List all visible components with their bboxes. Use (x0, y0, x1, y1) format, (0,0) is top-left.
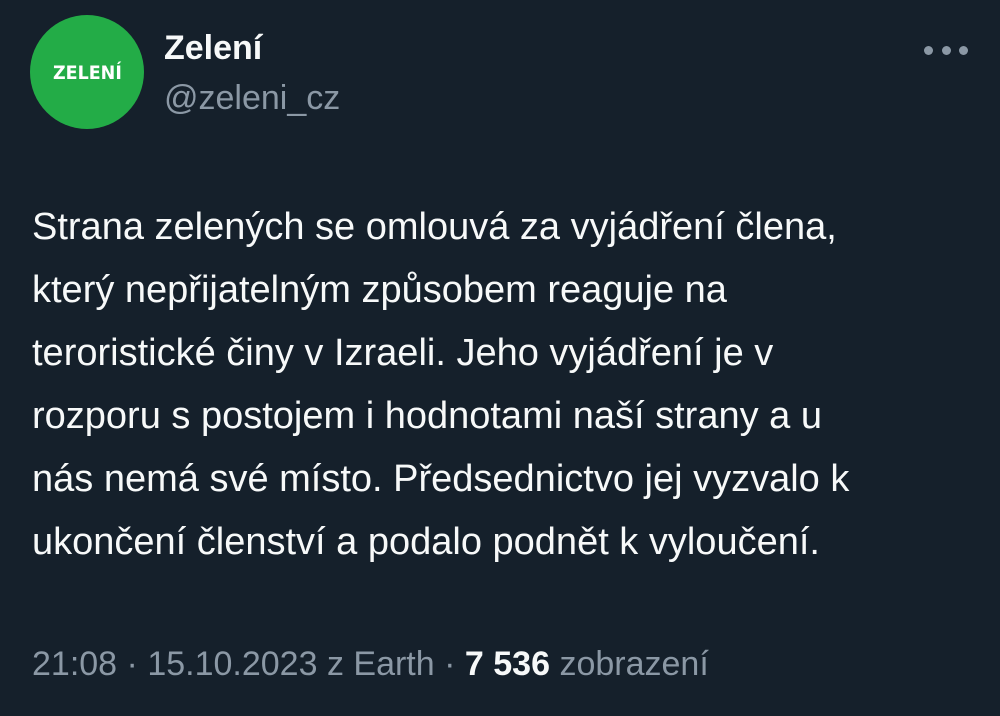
tweet-text-line: ukončení členství a podalo podnět k vylo… (32, 521, 820, 563)
more-horizontal-icon-dot (959, 45, 968, 55)
zeleni-logo-text: ZELENÍ (52, 62, 122, 84)
more-horizontal-icon (924, 45, 933, 55)
meta-separator: · (126, 645, 138, 683)
views-label: zobrazení (559, 645, 709, 683)
author-display-name[interactable]: Zelení (164, 26, 262, 70)
views-count: 7 536 (464, 645, 550, 683)
tweet-text-line: nás nemá své místo. Předsednictvo jej vy… (32, 458, 850, 500)
tweet-text-line: Strana zelených se omlouvá za vyjádření … (32, 206, 837, 248)
more-horizontal-icon-dot (941, 45, 951, 55)
tweet-time[interactable]: 21:08 (32, 645, 117, 683)
tweet-text-line: rozporu s postojem i hodnotami naší stra… (32, 395, 822, 437)
author-handle[interactable]: @zeleni_cz (164, 76, 340, 120)
more-options-button[interactable] (924, 38, 968, 62)
tweet-text: Strana zelených se omlouvá za vyjádření … (32, 196, 982, 574)
tweet-source: z Earth (326, 645, 435, 683)
tweet-text-line: teroristické činy v Izraeli. Jeho vyjádř… (32, 332, 774, 374)
meta-separator: · (444, 645, 456, 683)
tweet: ZELENÍ Zelení @zeleni_cz Strana zelených… (0, 0, 1000, 716)
avatar[interactable]: ZELENÍ (30, 15, 144, 129)
tweet-text-line: který nepřijatelným způsobem reaguje na (32, 269, 727, 311)
tweet-date[interactable]: 15.10.2023 (147, 645, 317, 683)
tweet-meta: 21:08 · 15.10.2023 z Earth · 7 536 zobra… (32, 640, 709, 688)
